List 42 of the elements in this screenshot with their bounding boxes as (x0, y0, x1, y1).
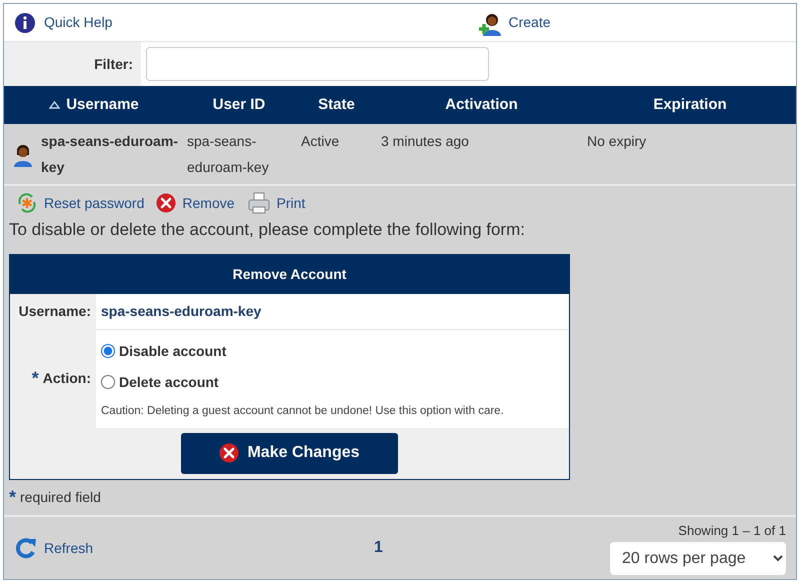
username-label: Username: (18, 302, 91, 320)
close-icon (219, 443, 240, 464)
state-cell: Active (301, 133, 340, 149)
form-title: Remove Account (10, 254, 569, 294)
page-number[interactable]: 1 (374, 536, 383, 560)
make-changes-button[interactable]: Make Changes (181, 432, 398, 474)
user-id-cell-text: spa-seans-eduroam-key (186, 132, 270, 177)
instructions-text: To disable or delete the account, please complete the following form: (9, 219, 526, 241)
required-mark: * (9, 486, 16, 509)
refresh-icon (14, 537, 38, 559)
required-mark: * (32, 367, 39, 390)
username-value: spa-seans-eduroam-key (101, 302, 262, 321)
radio-option[interactable]: Delete account (101, 366, 569, 398)
showing-text: Showing 1 – 1 of 1 (678, 522, 786, 540)
column-header[interactable]: User ID (184, 86, 294, 124)
info-icon (14, 12, 36, 34)
close-icon (156, 193, 176, 213)
expiration-cell: No expiry (587, 133, 646, 149)
column-header[interactable]: Activation (379, 86, 584, 124)
create-link[interactable]: Create (478, 10, 550, 36)
username-cell-text: spa-seans-eduroam-key (41, 132, 179, 177)
caution-text: Caution: Deleting a guest account cannot be undone! Use this option with care. (101, 404, 505, 418)
column-header[interactable]: State (294, 86, 379, 124)
print-link[interactable]: Print (246, 191, 306, 215)
radio-option[interactable]: Disable account (101, 336, 569, 366)
filter-field[interactable] (146, 47, 489, 81)
filter-label: Filter: (94, 54, 133, 74)
help-link[interactable]: Quick Help (14, 12, 112, 34)
printer-icon (246, 191, 271, 215)
action-label: Action: (42, 369, 91, 388)
column-header[interactable]: Username (4, 86, 184, 124)
asterisk-cycle-icon (16, 192, 38, 214)
sort-up-icon (49, 101, 60, 109)
radio-button[interactable] (101, 344, 115, 358)
column-header[interactable]: Expiration (584, 86, 796, 124)
reset-link[interactable]: Reset password (16, 192, 144, 214)
refresh-link[interactable]: Refresh (14, 537, 374, 559)
activation-cell: 3 minutes ago (381, 133, 469, 149)
rows-per-page-select[interactable]: 20 rows per page (610, 542, 786, 576)
radio-button[interactable] (101, 375, 115, 389)
remove-link[interactable]: Remove (156, 192, 235, 214)
required-note: required field (20, 488, 101, 507)
